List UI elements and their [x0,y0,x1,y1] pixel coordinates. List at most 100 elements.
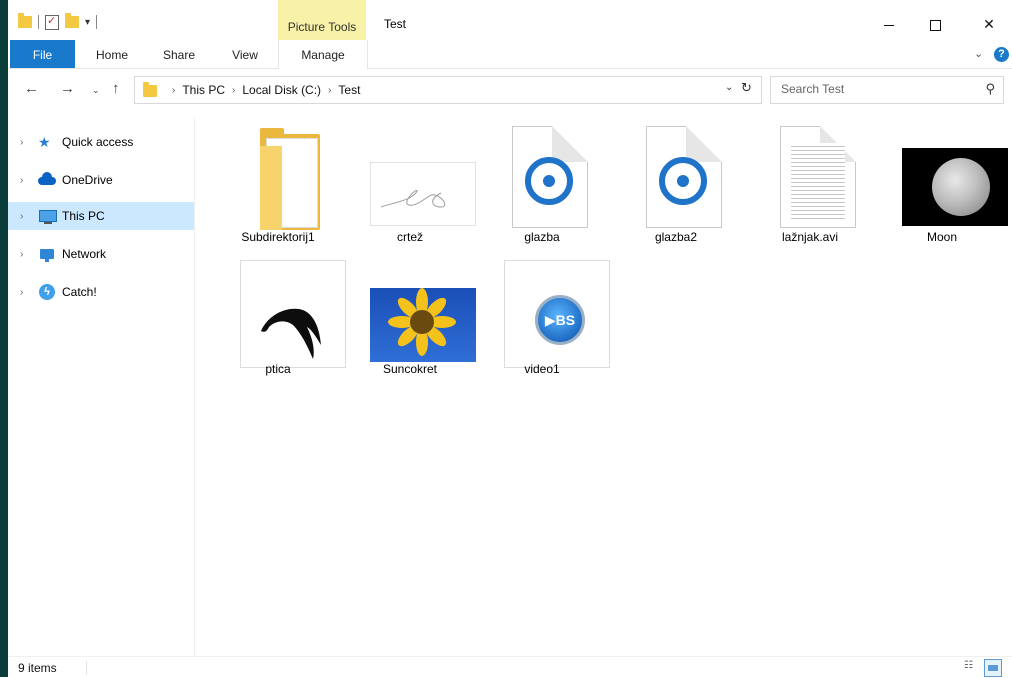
folder-icon [230,124,336,230]
address-bar[interactable]: › This PC › Local Disk (C:) › Test ⌄ ↻ [134,76,762,104]
sidebar-item-network[interactable]: › Network [8,240,194,268]
close-button[interactable]: ✕ [966,8,1012,40]
minimize-icon [884,24,894,26]
search-box[interactable]: ⚲ [770,76,1004,104]
file-item-crtez[interactable]: crtež [350,120,476,246]
breadcrumb-test[interactable]: Test [338,83,360,97]
address-history-dropdown[interactable]: ⌄ [725,82,733,93]
refresh-button[interactable]: ↻ [741,80,752,96]
expand-icon[interactable]: › [20,137,34,148]
file-name: Suncokret [382,362,438,376]
up-button[interactable]: ↑ [112,80,120,97]
tab-view[interactable]: View [222,40,268,68]
file-name: Subdirektorij1 [241,230,315,244]
chevron-right-icon[interactable]: › [328,85,331,96]
expand-icon[interactable]: › [20,287,34,298]
window-title: Test [384,17,407,31]
quick-access-toolbar: ▾ [18,12,98,32]
chevron-right-icon[interactable]: › [172,85,175,96]
breadcrumb-local-disk[interactable]: Local Disk (C:) [242,83,321,97]
bs-player-icon: ▶BS [535,295,585,345]
file-item-ptica[interactable]: ptica [218,252,346,378]
maximize-button[interactable] [912,8,958,40]
chevron-down-icon[interactable]: ⌄ [974,47,983,60]
sidebar-item-onedrive[interactable]: › OneDrive [8,166,194,194]
minimize-button[interactable] [866,8,912,40]
file-name: glazba2 [654,230,698,244]
status-bar: 9 items ☷ [8,656,1012,678]
bird-icon [261,308,321,359]
navigation-pane: › ★ Quick access › OneDrive › This PC › … [8,118,195,656]
file-name: crtež [396,230,423,244]
image-thumbnail [894,124,1008,230]
details-view-icon[interactable]: ☷ [964,660,978,674]
sidebar-item-label: Network [62,247,107,261]
file-item-subdirektorij1[interactable]: Subdirektorij1 [218,120,338,246]
tab-home[interactable]: Home [86,40,138,68]
new-folder-icon[interactable] [65,13,79,28]
file-item-moon[interactable]: Moon [882,120,1008,246]
file-list: Subdirektorij1 crtež glazba glazba2 lažn… [204,118,1008,656]
divider [96,15,98,29]
search-input[interactable] [771,77,991,101]
back-button[interactable]: ← [24,80,39,97]
properties-icon[interactable] [45,14,59,30]
divider [38,15,39,29]
ribbon-tabs: File Home Share View Manage ⌄ ? [8,40,1012,69]
file-item-video1[interactable]: ▶BS video1 [482,252,610,378]
file-name: ptica [265,362,291,376]
forward-button[interactable]: → [60,80,75,97]
expand-icon[interactable]: › [20,211,34,222]
tab-manage[interactable]: Manage [278,40,368,69]
search-icon[interactable]: ⚲ [985,81,995,97]
breadcrumb: › This PC › Local Disk (C:) › Test [165,83,360,97]
title-bar: ▾ Picture Tools Test ✕ [8,0,1012,40]
computer-icon [38,208,57,224]
sidebar-item-catch[interactable]: › ϟ Catch! [8,278,194,306]
folder-icon[interactable] [18,13,32,28]
video-file-icon: ▶BS [494,256,610,368]
file-item-suncokret[interactable]: Suncokret [350,252,476,378]
file-name: glazba [524,230,560,244]
customize-toolbar-dropdown[interactable]: ▾ [85,17,90,28]
sunflower-icon [388,288,456,356]
sidebar-item-this-pc[interactable]: › This PC [8,202,194,230]
sidebar-item-label: This PC [62,209,105,223]
chevron-right-icon[interactable]: › [232,85,235,96]
file-name: Moon [926,230,958,244]
window-edge [0,0,8,677]
star-icon: ★ [38,134,51,150]
cloud-icon [38,172,56,188]
tab-share[interactable]: Share [154,40,204,68]
file-item-glazba[interactable]: glazba [482,120,602,246]
file-name: video1 [524,362,560,376]
sidebar-item-label: Quick access [62,135,134,149]
text-file-icon [762,124,868,230]
file-explorer-window: ▾ Picture Tools Test ✕ File Home Share V… [8,0,1012,677]
recent-locations-dropdown[interactable]: ⌄ [92,85,100,96]
catch-icon: ϟ [38,284,56,300]
tab-file[interactable]: File [10,40,75,68]
help-icon[interactable]: ? [994,47,1009,62]
large-icons-view-icon[interactable] [984,659,1002,677]
sidebar-item-label: OneDrive [62,173,113,187]
moon-icon [932,158,990,216]
file-item-glazba2[interactable]: glazba2 [616,120,736,246]
navigation-bar: ← → ⌄ ↑ › This PC › Local Disk (C:) › Te… [8,74,1012,104]
sidebar-item-quick-access[interactable]: › ★ Quick access [8,128,194,156]
expand-icon[interactable]: › [20,175,34,186]
maximize-icon [929,19,941,31]
expand-icon[interactable]: › [20,249,34,260]
folder-icon [143,82,157,97]
image-thumbnail [362,124,476,230]
item-count: 9 items [18,661,57,675]
context-tab-header: Picture Tools [278,0,366,40]
breadcrumb-this-pc[interactable]: This PC [182,83,225,97]
image-thumbnail [362,256,476,362]
file-item-laznjak-avi[interactable]: lažnjak.avi [750,120,870,246]
network-icon [38,246,56,262]
image-thumbnail [230,256,346,368]
context-tab-label: Picture Tools [287,20,357,34]
sidebar-item-label: Catch! [62,285,97,299]
divider [86,661,87,675]
